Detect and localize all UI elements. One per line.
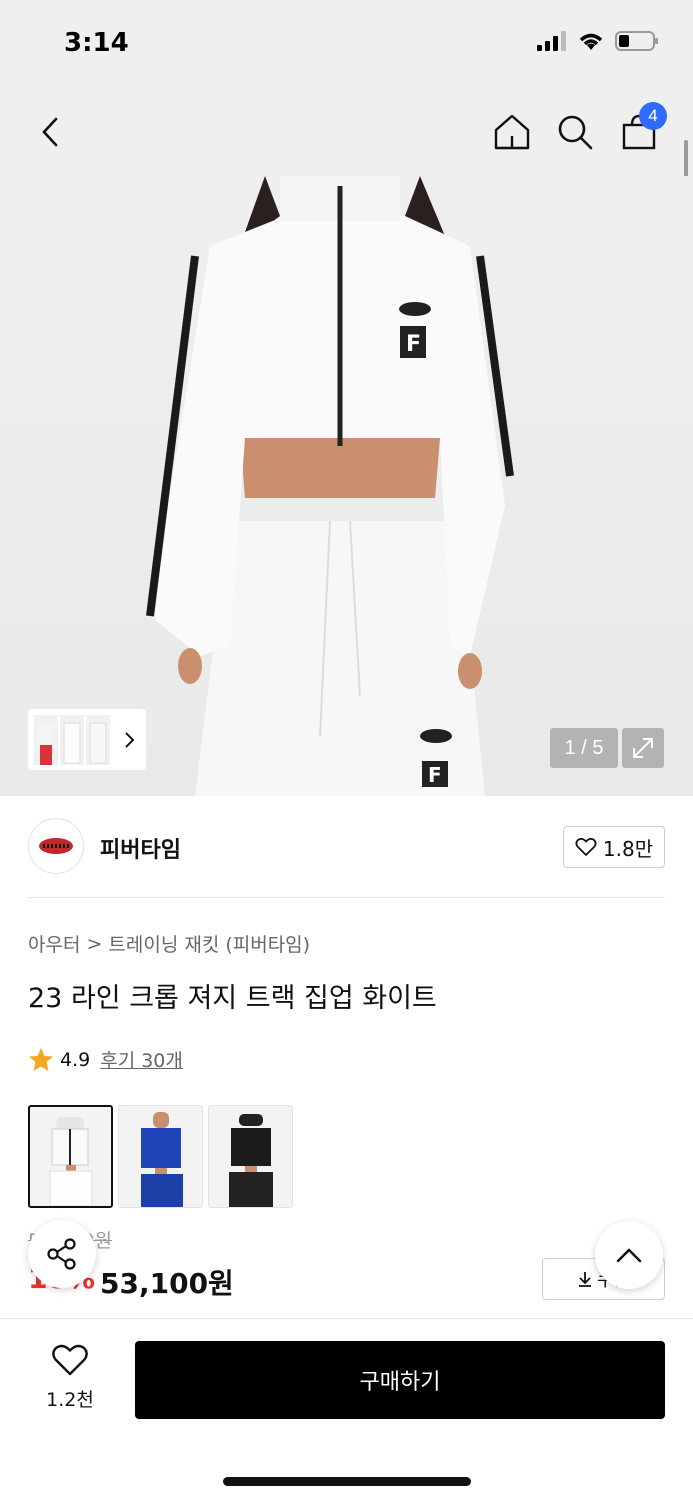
signal-icon bbox=[537, 31, 566, 51]
star-icon bbox=[29, 1047, 53, 1071]
divider bbox=[28, 897, 665, 898]
color-option-image bbox=[141, 1112, 183, 1207]
cart-count-badge: 4 bbox=[639, 102, 667, 130]
buy-button[interactable]: 구매하기 bbox=[135, 1341, 665, 1419]
chevron-right-icon bbox=[125, 731, 135, 748]
top-nav: 4 bbox=[0, 88, 693, 176]
back-button[interactable] bbox=[26, 108, 74, 156]
home-button[interactable] bbox=[488, 108, 536, 156]
heart-icon bbox=[52, 1344, 88, 1376]
svg-text:F: F bbox=[406, 332, 421, 357]
breadcrumb: 아우터 > 트레이닝 재킷 (피버타임) bbox=[28, 930, 310, 957]
brand-logo[interactable] bbox=[28, 818, 84, 874]
product-photo: F F bbox=[146, 176, 514, 796]
wishlist-button[interactable]: 1.2천 bbox=[40, 1343, 100, 1412]
color-option-image bbox=[49, 1117, 93, 1206]
color-option-image bbox=[229, 1114, 273, 1207]
svg-text:F: F bbox=[428, 763, 442, 787]
share-icon bbox=[47, 1238, 76, 1270]
chevron-left-icon bbox=[42, 117, 58, 147]
review-count-link[interactable]: 후기 30개 bbox=[100, 1046, 183, 1073]
breadcrumb-separator: > bbox=[86, 932, 103, 955]
product-image[interactable]: F F 1 / 5 bbox=[0, 176, 693, 796]
sale-price: 53,100원 bbox=[100, 1267, 234, 1300]
gallery-mini-thumb bbox=[34, 714, 58, 765]
status-icons bbox=[537, 30, 659, 52]
download-icon bbox=[578, 1272, 591, 1287]
chevron-up-icon bbox=[616, 1248, 642, 1263]
bottom-bar: 1.2천 구매하기 bbox=[0, 1318, 693, 1500]
share-button[interactable] bbox=[28, 1220, 96, 1288]
wifi-icon bbox=[579, 33, 603, 50]
scroll-top-button[interactable] bbox=[595, 1221, 663, 1289]
breadcrumb-subcategory[interactable]: 트레이닝 재킷 (피버타임) bbox=[108, 930, 310, 957]
color-options bbox=[28, 1105, 293, 1208]
heart-icon bbox=[575, 837, 597, 856]
rating-row: 4.9 후기 30개 bbox=[28, 1046, 183, 1073]
wishlist-count: 1.2천 bbox=[46, 1389, 94, 1411]
brand-row: 피버타임 1.8만 bbox=[28, 818, 665, 878]
color-option-black[interactable] bbox=[208, 1105, 293, 1208]
gallery-thumbnail-strip[interactable] bbox=[28, 709, 146, 770]
home-indicator bbox=[223, 1477, 471, 1486]
status-time: 3:14 bbox=[64, 28, 129, 58]
color-option-blue[interactable] bbox=[118, 1105, 203, 1208]
status-bar: 3:14 bbox=[0, 0, 693, 88]
brand-name[interactable]: 피버타임 bbox=[100, 832, 181, 864]
product-title: 23 라인 크롭 져지 트랙 집업 화이트 bbox=[28, 983, 437, 1014]
breadcrumb-category[interactable]: 아우터 bbox=[28, 930, 80, 957]
search-button[interactable] bbox=[551, 108, 599, 156]
rating-value: 4.9 bbox=[60, 1048, 91, 1071]
expand-icon bbox=[633, 738, 653, 758]
gallery-mini-thumb bbox=[86, 714, 110, 765]
brand-like-count: 1.8만 bbox=[602, 836, 654, 861]
image-counter: 1 / 5 bbox=[550, 728, 618, 768]
battery-icon bbox=[615, 31, 658, 51]
gallery-mini-thumb bbox=[60, 714, 84, 765]
brand-like-button[interactable]: 1.8만 bbox=[563, 826, 665, 868]
home-icon bbox=[494, 114, 530, 150]
expand-button[interactable] bbox=[622, 728, 664, 768]
search-icon bbox=[558, 115, 593, 150]
color-option-white[interactable] bbox=[28, 1105, 113, 1208]
cart-button[interactable]: 4 bbox=[615, 102, 667, 156]
brand-logo-mark bbox=[39, 838, 73, 854]
